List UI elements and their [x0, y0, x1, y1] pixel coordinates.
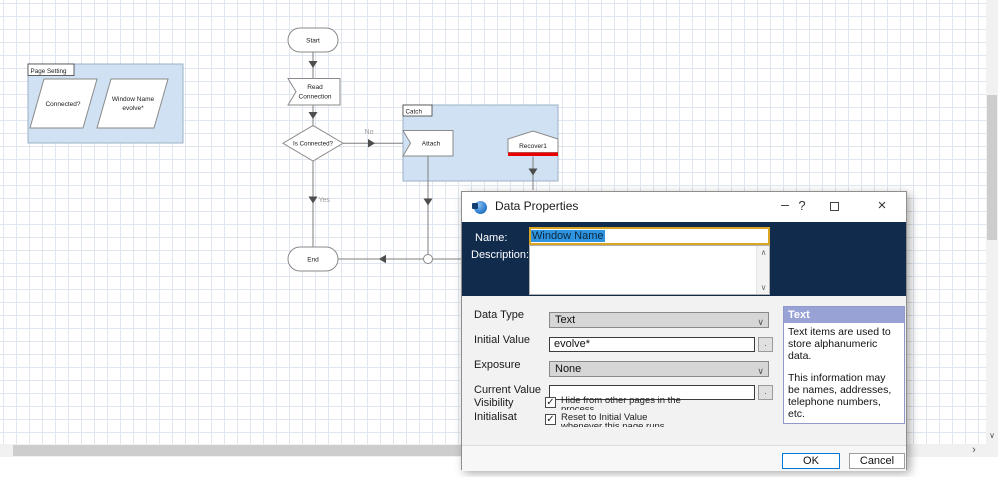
data-item-connected-label: Connected?: [45, 101, 80, 108]
dialog-header-section: Name: Window Name Description: ∧ ∨: [462, 222, 906, 296]
scroll-right-icon[interactable]: ›: [964, 444, 984, 457]
visibility-checkbox-label: Hide from other pages in the process: [561, 396, 756, 410]
page-setting-group[interactable]: Page Setting Connected? Window Name evol…: [28, 64, 183, 143]
data-item-window-name-line1: Window Name: [112, 96, 155, 103]
initialisation-checkbox-label: Reset to Initial Value whenever this pag…: [561, 413, 756, 427]
exposure-value: None: [555, 363, 581, 375]
chevron-down-icon: ∨: [757, 364, 764, 378]
data-type-label: Data Type: [474, 309, 524, 321]
link-label-no: No: [365, 129, 374, 136]
close-button[interactable]: ×: [874, 196, 890, 216]
stage-start[interactable]: Start: [288, 28, 338, 52]
link-label-yes: Yes: [319, 197, 331, 204]
vertical-scrollbar[interactable]: ∨: [986, 0, 998, 444]
stage-read-connection[interactable]: Read Connection: [288, 79, 340, 106]
dialog-title: Data Properties: [495, 199, 578, 213]
initialisation-label: Initialisat: [474, 411, 517, 423]
chevron-down-icon: ∨: [757, 315, 764, 329]
info-panel-para2: This information may be names, addresses…: [788, 372, 900, 420]
data-item-window-name-line2: evolve*: [122, 105, 144, 112]
initial-value-expression-button[interactable]: .: [758, 337, 773, 352]
help-button[interactable]: ?: [794, 196, 810, 216]
info-panel-para1: Text items are used to store alphanumeri…: [788, 326, 900, 362]
stage-decision-is-connected[interactable]: Is Connected?: [283, 126, 343, 162]
vertical-scrollbar-thumb[interactable]: [987, 95, 997, 240]
description-scrollbar[interactable]: ∧ ∨: [756, 246, 769, 294]
initial-value-label: Initial Value: [474, 334, 530, 346]
stage-end-label: End: [307, 257, 319, 264]
stage-read-connection-line2: Connection: [299, 94, 332, 101]
info-panel-header: Text: [784, 307, 904, 323]
data-type-value: Text: [555, 314, 575, 326]
exposure-dropdown[interactable]: None ∨: [549, 361, 769, 377]
cancel-button[interactable]: Cancel: [849, 453, 905, 469]
stage-decision-label: Is Connected?: [293, 141, 333, 148]
initialisation-checkbox[interactable]: ✓: [545, 414, 556, 425]
minimize-button[interactable]: –: [777, 194, 793, 214]
stage-attach[interactable]: Attach: [403, 131, 453, 157]
scroll-down-icon[interactable]: ∨: [986, 429, 998, 443]
name-label: Name:: [475, 232, 507, 244]
initial-value-input[interactable]: evolve*: [549, 337, 755, 352]
ok-button[interactable]: OK: [782, 453, 840, 469]
visibility-label: Visibility: [474, 397, 514, 409]
data-type-dropdown[interactable]: Text ∨: [549, 312, 769, 328]
scroll-up-icon[interactable]: ∧: [757, 248, 770, 257]
blue-prism-process-studio: Page Setting Connected? Window Name evol…: [0, 0, 998, 477]
dialog-titlebar[interactable]: Data Properties – ? ×: [462, 192, 906, 222]
link-junction-node: [424, 255, 433, 264]
current-value-label: Current Value: [474, 384, 541, 396]
name-input[interactable]: Window Name: [529, 227, 770, 245]
stage-attach-label: Attach: [422, 141, 441, 148]
current-value-expression-button[interactable]: .: [758, 385, 773, 400]
scroll-down-icon[interactable]: ∨: [757, 283, 770, 292]
visibility-checkbox[interactable]: ✓: [545, 397, 556, 408]
name-input-selected-text: Window Name: [531, 230, 605, 242]
stage-end[interactable]: End: [288, 247, 338, 271]
scrollbar-corner: [986, 444, 998, 457]
description-input[interactable]: ∧ ∨: [529, 245, 770, 295]
description-label: Description:: [471, 249, 529, 261]
stage-read-connection-line1: Read: [307, 84, 323, 91]
stage-recover1-label: Recover1: [519, 143, 547, 150]
maximize-button[interactable]: [830, 202, 839, 211]
breakpoint-indicator: [508, 153, 558, 157]
exposure-label: Exposure: [474, 359, 520, 371]
data-item-icon: [474, 201, 487, 214]
catch-group-label: Catch: [406, 109, 423, 116]
data-type-info-panel: Text Text items are used to store alphan…: [783, 306, 905, 424]
page-setting-group-label: Page Setting: [31, 68, 68, 75]
data-properties-dialog: Data Properties – ? × Name: Window Name …: [461, 191, 907, 470]
stage-start-label: Start: [306, 38, 320, 45]
